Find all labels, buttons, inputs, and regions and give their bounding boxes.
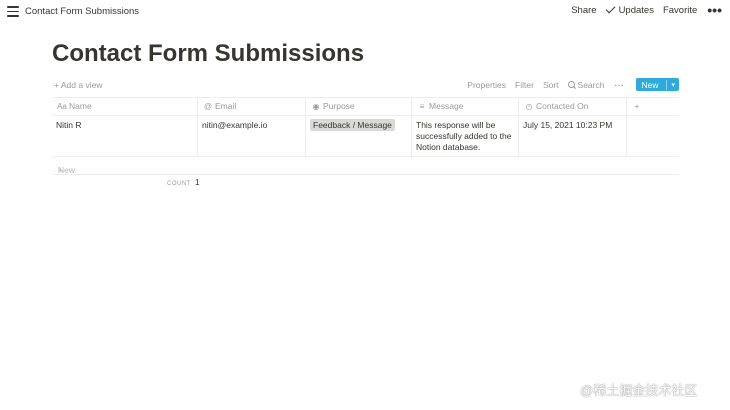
lines-icon: ≡ xyxy=(419,102,425,111)
add-view-label: Add a view xyxy=(60,80,103,90)
watermark: @稀土掘金技术社区 xyxy=(580,383,698,398)
new-row-label: New xyxy=(58,165,76,175)
count-footer[interactable]: COUNT 1 xyxy=(167,177,200,187)
cell-name[interactable]: Nitin R xyxy=(52,116,198,156)
plus-icon: + xyxy=(634,102,640,111)
search-icon xyxy=(567,80,575,88)
cell-email[interactable]: nitin@example.io xyxy=(198,116,306,156)
properties-button[interactable]: Properties xyxy=(467,80,506,90)
column-header-message[interactable]: ≡ Message xyxy=(412,98,519,115)
text-type-icon: Aa xyxy=(57,102,67,111)
menu-icon[interactable] xyxy=(7,6,19,18)
cell-message[interactable]: This response will be successfully added… xyxy=(412,116,519,156)
database-table: Aa Name @ Email ◉ Purpose ≡ Message ◷ Contact… xyxy=(52,97,679,175)
new-button-label: New xyxy=(636,79,668,90)
column-header-email[interactable]: @ Email xyxy=(198,98,306,115)
clock-icon: ◷ xyxy=(525,102,533,111)
select-icon: ◉ xyxy=(312,102,320,111)
add-view-button[interactable]: + Add a view xyxy=(54,80,102,90)
purpose-tag: Feedback / Message xyxy=(310,119,395,131)
table-row[interactable]: Nitin R nitin@example.io Feedback / Mess… xyxy=(52,116,679,157)
filter-button[interactable]: Filter xyxy=(515,80,534,90)
plus-icon: + xyxy=(54,80,59,90)
top-actions: Share Updates Favorite ••• xyxy=(562,3,722,17)
chevron-down-icon[interactable]: ▾ xyxy=(667,81,679,89)
page-title: Contact Form Submissions xyxy=(52,40,365,67)
updates-button[interactable]: Updates xyxy=(605,3,654,16)
count-label: COUNT xyxy=(167,181,191,187)
more-horizontal-icon[interactable]: ··· xyxy=(614,80,624,90)
more-options-icon[interactable]: ••• xyxy=(707,3,722,17)
new-button[interactable]: New ▾ xyxy=(636,78,679,91)
column-header-contacted-on[interactable]: ◷ Contacted On xyxy=(519,98,627,115)
check-icon xyxy=(605,3,616,14)
view-toolbar: + Add a view Properties Filter Sort Sear… xyxy=(52,78,679,92)
top-bar: Contact Form Submissions Share Updates F… xyxy=(0,0,730,26)
at-icon: @ xyxy=(203,102,213,111)
count-value: 1 xyxy=(194,177,200,187)
add-column-button[interactable]: + xyxy=(627,98,679,115)
new-row-button[interactable]: + New xyxy=(52,157,679,175)
updates-label: Updates xyxy=(618,5,654,16)
cell-contacted-on[interactable]: July 15, 2021 10:23 PM xyxy=(519,116,627,156)
cell-empty xyxy=(627,116,679,156)
breadcrumb[interactable]: Contact Form Submissions xyxy=(25,6,139,17)
search-button[interactable]: Search xyxy=(567,79,605,90)
column-header-purpose[interactable]: ◉ Purpose xyxy=(306,98,412,115)
cell-purpose[interactable]: Feedback / Message xyxy=(306,116,412,156)
column-header-name[interactable]: Aa Name xyxy=(52,98,198,115)
sort-button[interactable]: Sort xyxy=(543,80,559,90)
search-label: Search xyxy=(577,79,605,90)
favorite-button[interactable]: Favorite xyxy=(663,5,697,16)
share-button[interactable]: Share xyxy=(571,5,596,16)
table-header: Aa Name @ Email ◉ Purpose ≡ Message ◷ Contact… xyxy=(52,97,679,116)
